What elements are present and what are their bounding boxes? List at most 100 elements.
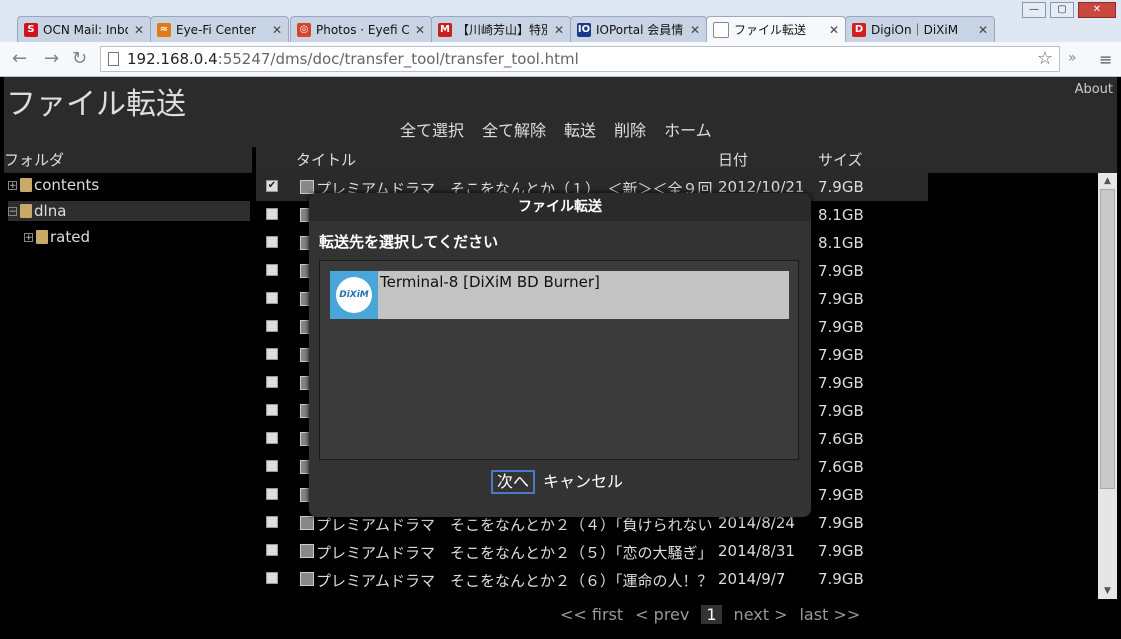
row-checkbox[interactable]: ✔ [266,180,278,192]
pager-first[interactable]: << first [560,605,623,624]
about-link[interactable]: About [1075,82,1113,97]
close-window-button[interactable]: ✕ [1078,2,1116,18]
url-path: :55247/dms/doc/transfer_tool/transfer_to… [217,50,579,68]
video-file-icon [300,180,314,194]
row-checkbox[interactable] [266,544,278,556]
file-list-scrollbar[interactable]: ▲ ▼ [1098,173,1117,599]
scroll-down-icon[interactable]: ▼ [1098,583,1117,599]
row-size: 7.9GB [818,346,864,364]
pager-prev[interactable]: < prev [635,605,689,624]
tree-item-label: rated [50,228,90,246]
row-checkbox[interactable] [266,348,278,360]
row-size: 8.1GB [818,234,864,252]
folder-panel-header: フォルダ [4,147,252,173]
deselect-all-button[interactable]: 全て解除 [482,117,546,141]
forward-icon[interactable]: → [44,48,59,69]
row-size: 7.9GB [818,262,864,280]
bookmark-star-icon[interactable]: ☆ [1037,47,1053,71]
home-button[interactable]: ホーム [664,117,712,141]
cancel-button[interactable]: キャンセル [543,472,623,492]
browser-tab[interactable]: S OCN Mail: Inbo ✕ [17,16,151,42]
row-date: 2014/9/7 [718,570,786,588]
transfer-dialog: ファイル転送 転送先を選択してください DiXiM Terminal-8 [Di… [309,193,811,517]
row-checkbox[interactable] [266,236,278,248]
row-size: 7.9GB [818,514,864,532]
next-button[interactable]: 次へ [491,470,536,494]
row-checkbox[interactable] [266,292,278,304]
reload-icon[interactable]: ↻ [72,48,87,69]
minimize-button[interactable]: — [1022,2,1046,18]
back-icon[interactable]: ← [12,48,27,69]
video-file-icon [300,572,314,586]
select-all-button[interactable]: 全て選択 [400,117,464,141]
expand-icon[interactable]: + [24,232,33,242]
tab-close-icon[interactable]: ✕ [134,23,144,37]
extensions-overflow-icon[interactable]: » [1068,50,1077,66]
tab-close-icon[interactable]: ✕ [978,23,988,37]
browser-menu-icon[interactable]: ≡ [1099,50,1113,69]
expand-icon[interactable]: + [8,180,17,190]
browser-tab[interactable]: ≈ Eye-Fi Center ✕ [150,16,289,42]
video-file-icon [300,516,314,530]
scroll-up-icon[interactable]: ▲ [1098,173,1117,189]
collapse-icon[interactable]: − [8,206,17,216]
column-size[interactable]: サイズ [818,147,863,173]
row-checkbox[interactable] [266,572,278,584]
browser-toolbar: ← → ↻ 192.168.0.4:55247/dms/doc/transfer… [0,42,1121,77]
tree-item-dlna[interactable]: − dlna [8,201,250,221]
row-size: 7.9GB [818,290,864,308]
folder-tree: + contents − dlna + rated [4,173,252,635]
browser-tab[interactable]: ファイル転送 ✕ [706,16,846,42]
row-size: 7.9GB [818,178,864,196]
tab-close-icon[interactable]: ✕ [829,23,839,37]
row-checkbox[interactable] [266,376,278,388]
row-checkbox[interactable] [266,432,278,444]
delete-button[interactable]: 削除 [614,117,646,141]
folder-icon [36,230,48,244]
video-file-icon [300,544,314,558]
maximize-button[interactable]: ▢ [1050,2,1074,18]
digion-favicon: D [852,22,866,37]
pager-current: 1 [701,605,722,624]
row-checkbox[interactable] [266,516,278,528]
address-bar[interactable]: 192.168.0.4:55247/dms/doc/transfer_tool/… [100,46,1060,72]
main-menu: 全て選択 全て解除 転送 削除 ホーム [400,117,712,141]
browser-tab[interactable]: ◎ Photos · Eyefi C ✕ [290,16,432,42]
pager-last[interactable]: last >> [799,605,860,624]
row-size: 7.9GB [818,318,864,336]
tab-label: 【川崎芳山】特別 [457,23,548,37]
page-icon [108,52,119,66]
row-checkbox[interactable] [266,404,278,416]
ocn-favicon: S [24,22,38,37]
column-date[interactable]: 日付 [718,147,748,173]
scroll-thumb[interactable] [1100,189,1115,489]
row-size: 7.9GB [818,570,864,588]
gmail-favicon: M [438,22,452,37]
transfer-button[interactable]: 転送 [564,117,596,141]
row-checkbox[interactable] [266,320,278,332]
row-checkbox[interactable] [266,264,278,276]
tree-item-contents[interactable]: + contents [8,175,248,195]
table-row[interactable]: プレミアムドラマ そこをなんとか２（６）「運命の人！？ 2014/9/7 7.9GB [256,565,1098,593]
column-title[interactable]: タイトル [296,147,356,173]
browser-tab[interactable]: IO IOPortal 会員情 ✕ [570,16,707,42]
tab-close-icon[interactable]: ✕ [272,23,282,37]
table-row[interactable]: プレミアムドラマ そこをなんとか２（５）「恋の大騒ぎ」 2014/8/31 7.9G… [256,537,1098,565]
browser-tab[interactable]: D DigiOn｜DiXiM ✕ [845,16,995,42]
tab-label: DigiOn｜DiXiM [871,23,959,37]
pager-next[interactable]: next > [734,605,788,624]
tab-close-icon[interactable]: ✕ [690,23,700,37]
row-checkbox[interactable] [266,460,278,472]
tab-close-icon[interactable]: ✕ [554,23,564,37]
page-favicon [713,21,729,38]
tree-item-label: dlna [34,202,67,220]
row-checkbox[interactable] [266,208,278,220]
browser-tab[interactable]: M 【川崎芳山】特別 ✕ [431,16,571,42]
tab-close-icon[interactable]: ✕ [415,23,425,37]
tree-item-rated[interactable]: + rated [24,227,244,247]
pager: << first < prev 1 next > last >> [560,605,860,624]
folder-icon [20,204,32,218]
row-title: プレミアムドラマ そこをなんとか２（６）「運命の人！？ [316,572,713,590]
destination-item[interactable]: DiXiM Terminal-8 [DiXiM BD Burner] [330,271,789,319]
row-checkbox[interactable] [266,488,278,500]
